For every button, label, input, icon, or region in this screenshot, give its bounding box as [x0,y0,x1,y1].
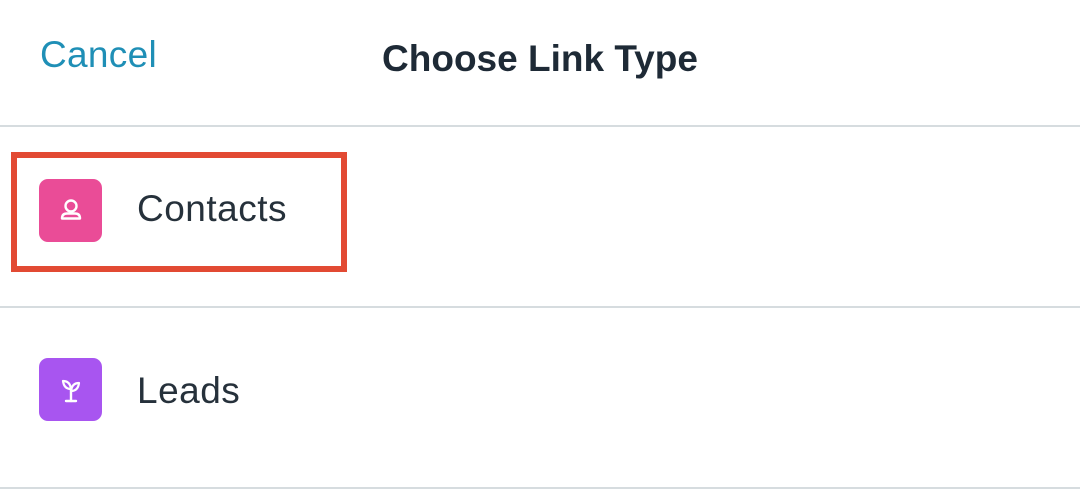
contact-person-icon [60,198,81,220]
sprout-icon [61,379,80,402]
header-bar: Cancel Choose Link Type [0,0,1080,127]
link-type-screen: Cancel Choose Link Type Contacts Leads [0,0,1080,493]
link-type-option-contacts[interactable]: Contacts [0,127,1080,308]
contacts-label: Contacts [137,188,288,229]
leads-icon-tile [39,358,102,421]
page-title: Choose Link Type [382,38,698,79]
link-type-option-leads[interactable]: Leads [0,308,1080,489]
leads-label: Leads [137,370,241,411]
contacts-icon-tile [39,179,102,242]
